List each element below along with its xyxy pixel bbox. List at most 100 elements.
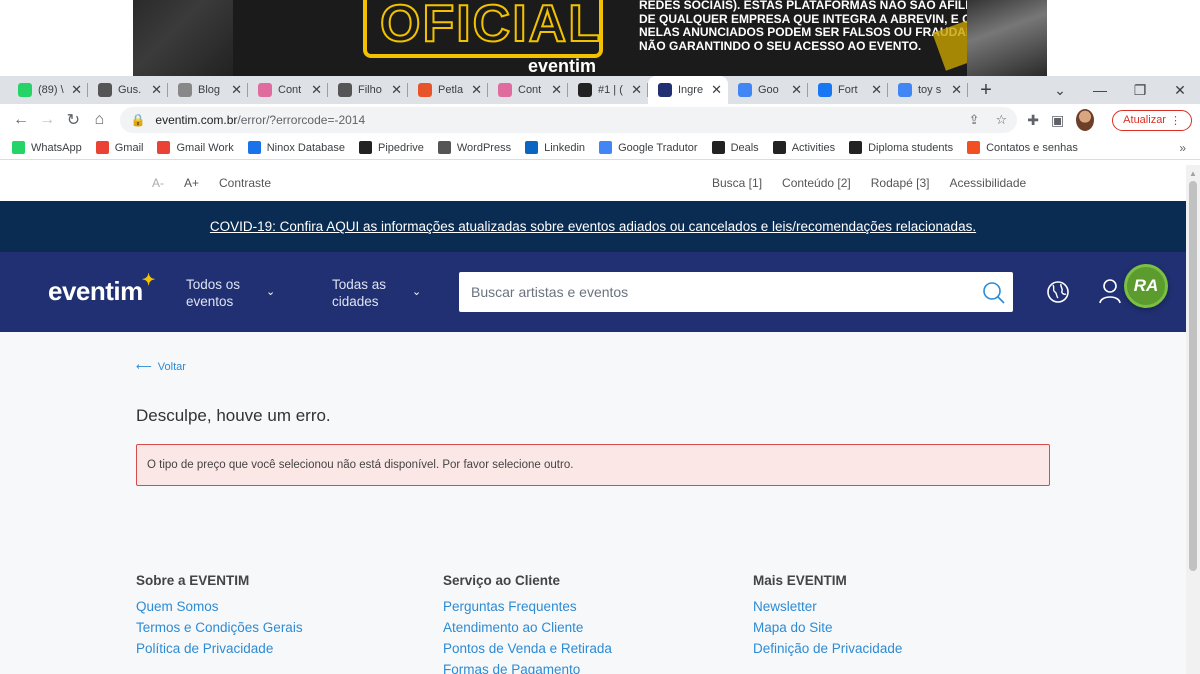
microsoft-icon <box>967 141 981 154</box>
lock-icon[interactable]: 🔒 <box>130 113 145 127</box>
bookmark-item[interactable]: Activities <box>772 141 835 154</box>
close-tab-icon[interactable]: ✕ <box>391 82 402 98</box>
accessibility-link[interactable]: Acessibilidade <box>949 176 1026 190</box>
new-tab-button[interactable]: + <box>972 79 1000 102</box>
browser-tab[interactable]: Cont ✕ <box>248 76 328 104</box>
bookmark-item[interactable]: Pipedrive <box>359 141 424 154</box>
back-link[interactable]: ⟵ Voltar <box>136 360 186 374</box>
browser-tab[interactable]: Filho ✕ <box>328 76 408 104</box>
reload-icon[interactable]: ↻ <box>60 110 86 130</box>
blog-icon <box>178 83 192 97</box>
footer-link[interactable]: Termos e Condições Gerais <box>136 619 303 636</box>
bookmark-item[interactable]: Diploma students <box>849 141 953 154</box>
bookmark-item[interactable]: Google Tradutor <box>599 141 698 154</box>
bookmark-item[interactable]: Contatos e senhas <box>967 141 1078 154</box>
footer-link[interactable]: Formas de Pagamento <box>443 661 612 674</box>
cities-dropdown[interactable]: Todas as cidades ⌄ <box>332 276 421 310</box>
close-tab-icon[interactable]: ✕ <box>151 82 162 98</box>
footer-column-title: Sobre a EVENTIM <box>136 573 250 588</box>
profile-avatar[interactable] <box>1076 109 1095 131</box>
footer-link[interactable]: Perguntas Frequentes <box>443 598 612 615</box>
tab-title: Ingre <box>678 84 704 96</box>
browser-tab[interactable]: Ingre ✕ <box>648 76 728 104</box>
back-arrow-icon[interactable]: ← <box>8 111 34 129</box>
close-tab-icon[interactable]: ✕ <box>311 82 322 98</box>
search-input[interactable] <box>459 272 959 312</box>
address-bar[interactable]: 🔒 eventim.com.br /error/?errorcode=-2014… <box>120 107 1018 133</box>
browser-tab[interactable]: Goo ✕ <box>728 76 808 104</box>
bookmark-item[interactable]: Deals <box>711 141 759 154</box>
home-icon[interactable]: ⌂ <box>86 111 112 129</box>
close-tab-icon[interactable]: ✕ <box>551 82 562 98</box>
events-dropdown[interactable]: Todos os eventos ⌄ <box>186 276 275 310</box>
footer-link[interactable]: Política de Privacidade <box>136 640 303 657</box>
petlove-icon <box>418 83 432 97</box>
browser-tab[interactable]: (89) \ ✕ <box>8 76 88 104</box>
scrollbar-thumb[interactable] <box>1189 181 1197 571</box>
skip-to-content-link[interactable]: Conteúdo [2] <box>782 176 851 190</box>
browser-tab[interactable]: Blog ✕ <box>168 76 248 104</box>
bookmark-item[interactable]: Gmail Work <box>157 141 234 154</box>
globe-icon[interactable] <box>1046 280 1070 304</box>
bookmark-item[interactable]: Linkedin <box>525 141 585 154</box>
footer-link[interactable]: Quem Somos <box>136 598 303 615</box>
close-window-button[interactable]: ✕ <box>1160 82 1200 99</box>
eventim-logo[interactable]: eventim ✦ <box>48 272 155 307</box>
footer-column-about: Sobre a EVENTIM Quem Somos Termos e Cond… <box>136 573 303 661</box>
side-panel-icon[interactable]: ▣ <box>1051 112 1064 129</box>
tab-title: #1 | ( <box>598 84 623 96</box>
covid-info-link[interactable]: COVID-19: Confira AQUI as informações at… <box>210 219 976 234</box>
page-scrollbar[interactable]: ▲ <box>1186 165 1200 674</box>
close-tab-icon[interactable]: ✕ <box>711 82 722 98</box>
tabs-container: (89) \ ✕ Gus. ✕ Blog ✕ Cont ✕ Filho ✕ Petla ✕ Cont ✕ #… <box>0 76 968 104</box>
browser-tab[interactable]: Cont ✕ <box>488 76 568 104</box>
reclame-aqui-badge[interactable]: RA <box>1124 264 1168 308</box>
bookmark-item[interactable]: Ninox Database <box>247 141 345 154</box>
search-icon[interactable] <box>981 280 1007 306</box>
bookmark-item[interactable]: WhatsApp <box>12 141 82 154</box>
bookmark-item[interactable]: WordPress <box>437 141 511 154</box>
close-tab-icon[interactable]: ✕ <box>951 82 962 98</box>
close-tab-icon[interactable]: ✕ <box>71 82 82 98</box>
font-decrease-button[interactable]: A- <box>152 176 164 190</box>
footer-column-more: Mais EVENTIM Newsletter Mapa do Site Def… <box>753 573 902 661</box>
share-icon[interactable]: ⇪ <box>969 112 980 128</box>
bookmark-star-icon[interactable]: ☆ <box>996 112 1008 128</box>
update-button[interactable]: Atualizar ⋮ <box>1112 109 1192 131</box>
user-icon[interactable] <box>1098 278 1122 304</box>
close-tab-icon[interactable]: ✕ <box>871 82 882 98</box>
browser-tab[interactable]: Gus. ✕ <box>88 76 168 104</box>
gmail-icon <box>157 141 171 154</box>
events-dropdown-line: Todos os <box>186 277 241 292</box>
close-tab-icon[interactable]: ✕ <box>791 82 802 98</box>
tab-search-icon[interactable]: ⌄ <box>1040 82 1080 99</box>
browser-tab[interactable]: #1 | ( ✕ <box>568 76 648 104</box>
bookmarks-overflow-icon[interactable]: » <box>1179 141 1186 155</box>
bookmark-label: Contatos e senhas <box>986 141 1078 154</box>
bookmark-item[interactable]: Gmail <box>95 141 143 154</box>
close-tab-icon[interactable]: ✕ <box>631 82 642 98</box>
forward-arrow-icon[interactable]: → <box>34 111 60 129</box>
font-increase-button[interactable]: A+ <box>184 176 199 190</box>
contrast-button[interactable]: Contraste <box>219 176 271 190</box>
browser-tab[interactable]: Petla ✕ <box>408 76 488 104</box>
browser-tab[interactable]: Fort ✕ <box>808 76 888 104</box>
scroll-up-arrow-icon[interactable]: ▲ <box>1189 169 1197 178</box>
close-tab-icon[interactable]: ✕ <box>231 82 242 98</box>
error-alert: O tipo de preço que você selecionou não … <box>136 444 1050 486</box>
extensions-icon[interactable]: ✚ <box>1027 112 1039 129</box>
footer-link[interactable]: Newsletter <box>753 598 902 615</box>
restore-button[interactable]: ❐ <box>1120 82 1160 99</box>
skip-to-search-link[interactable]: Busca [1] <box>712 176 762 190</box>
footer-link[interactable]: Pontos de Venda e Retirada <box>443 640 612 657</box>
close-tab-icon[interactable]: ✕ <box>471 82 482 98</box>
google-translate-icon <box>738 83 752 97</box>
browser-toolbar: ← → ↻ ⌂ 🔒 eventim.com.br /error/?errorco… <box>0 104 1200 136</box>
minimize-button[interactable]: — <box>1080 82 1120 98</box>
browser-tab[interactable]: toy s ✕ <box>888 76 968 104</box>
skip-to-footer-link[interactable]: Rodapé [3] <box>871 176 930 190</box>
footer-link[interactable]: Definição de Privacidade <box>753 640 902 657</box>
footer-link[interactable]: Mapa do Site <box>753 619 902 636</box>
footer-link[interactable]: Atendimento ao Cliente <box>443 619 612 636</box>
linkedin-icon <box>525 141 539 154</box>
